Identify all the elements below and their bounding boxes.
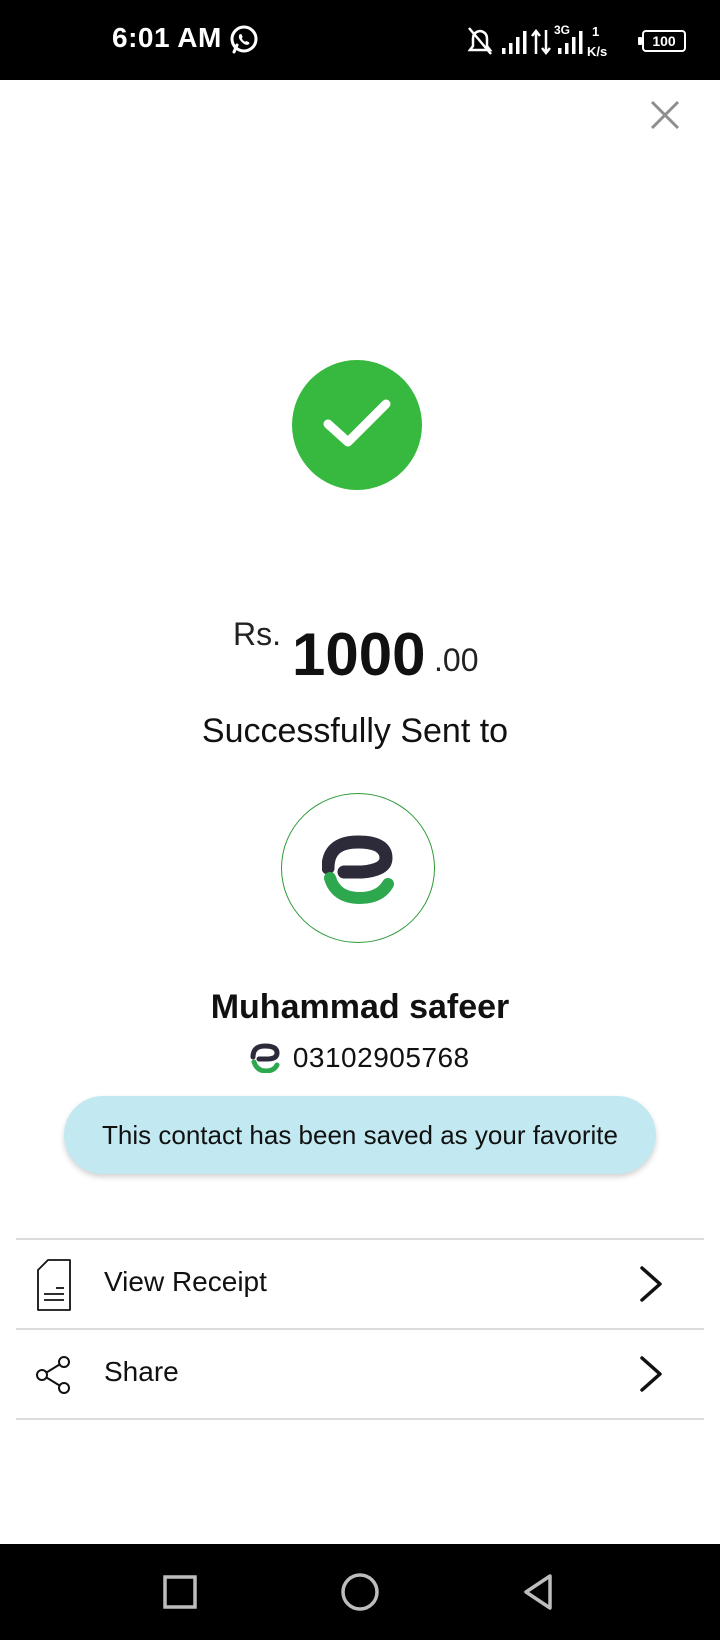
speed-unit: K/s (587, 44, 607, 59)
bell-off-icon (467, 27, 493, 55)
transaction-amount: Rs. 1000 .00 (0, 612, 720, 692)
data-transfer-icon (531, 28, 551, 56)
success-check-icon (292, 360, 422, 490)
home-circle-icon[interactable] (336, 1568, 384, 1616)
view-receipt-label: View Receipt (104, 1266, 267, 1297)
close-icon[interactable] (646, 96, 684, 134)
receipt-icon (37, 1259, 71, 1311)
recipient-avatar (281, 793, 435, 943)
recents-square-icon[interactable] (156, 1568, 204, 1616)
easypaisa-small-icon (250, 1043, 280, 1073)
share-button[interactable]: Share (16, 1330, 704, 1418)
signal-icon (502, 31, 527, 54)
battery-icon: 100 (638, 30, 686, 52)
status-text: Successfully Sent to (201, 712, 509, 750)
divider (16, 1418, 704, 1420)
easypaisa-logo-icon (322, 835, 394, 904)
back-triangle-icon[interactable] (516, 1568, 564, 1616)
system-nav-bar (0, 1544, 720, 1640)
speed-value: 1 (592, 24, 599, 39)
share-label: Share (104, 1356, 179, 1387)
amount-currency: Rs. (233, 616, 281, 652)
network-type-label: 3G (554, 23, 570, 37)
status-bar: 6:01 AM 3G 1 K/s 100 (0, 0, 720, 80)
recipient-number: 03102905768 (292, 1042, 470, 1073)
recipient-account: 03102905768 (0, 1042, 720, 1078)
amount-decimal: .00 (434, 642, 479, 678)
recipient-name: Muhammad safeer (210, 988, 510, 1026)
favorite-saved-banner: This contact has been saved as your favo… (64, 1096, 656, 1174)
view-receipt-button[interactable]: View Receipt (16, 1240, 704, 1328)
chevron-right-icon (640, 1356, 662, 1392)
payment-success-screen: 6:01 AM 3G 1 K/s 100 Rs. 1000 .00 Succes… (0, 0, 720, 1640)
status-time: 6:01 AM (112, 22, 222, 53)
whatsapp-icon (230, 25, 258, 54)
chevron-right-icon (640, 1266, 662, 1302)
amount-whole: 1000 (292, 621, 426, 688)
share-icon (36, 1356, 70, 1394)
